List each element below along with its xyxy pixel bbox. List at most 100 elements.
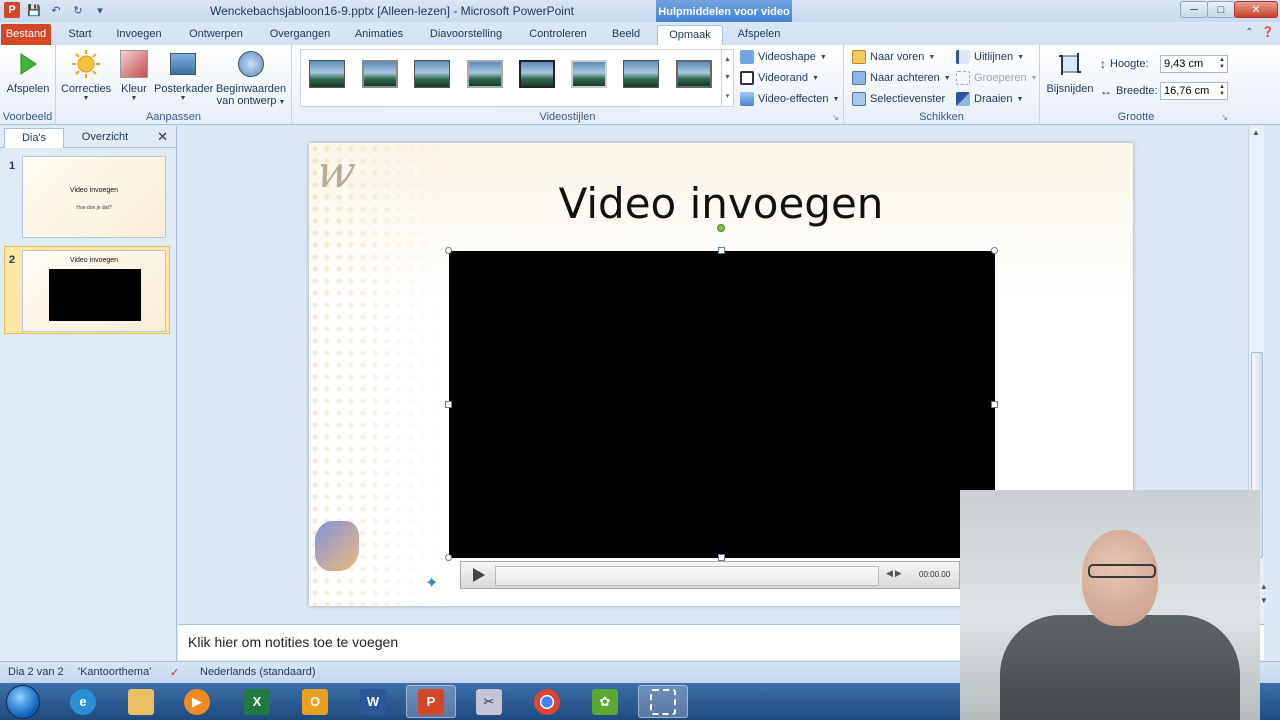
save-icon[interactable]: 💾 <box>26 2 42 18</box>
breedte-label: Breedte: <box>1116 85 1158 97</box>
video-style-5[interactable] <box>519 60 555 88</box>
tab-opmaak[interactable]: Opmaak <box>657 25 723 45</box>
breedte-spinner-icon[interactable]: ▲ ▼ <box>1219 84 1225 98</box>
language-status[interactable]: Nederlands (standaard) <box>200 666 316 678</box>
resize-handle-tr[interactable] <box>991 247 998 254</box>
tab-beeld[interactable]: Beeld <box>606 25 646 45</box>
word-icon[interactable]: W <box>348 685 398 718</box>
rotate-handle[interactable] <box>717 224 725 232</box>
close-panel-icon[interactable]: ✕ <box>157 129 168 145</box>
gallery-scroll[interactable]: ▲ ▼ ▾ <box>721 50 733 106</box>
correcties-button[interactable]: Correcties ▼ <box>60 49 112 102</box>
tab-outline[interactable]: Overzicht <box>70 128 140 148</box>
tab-invoegen[interactable]: Invoegen <box>110 25 168 45</box>
bijsnijden-button[interactable]: Bijsnijden <box>1044 49 1096 95</box>
powerpoint-icon[interactable]: P <box>406 685 456 718</box>
maximize-button[interactable]: □ <box>1207 1 1235 18</box>
video-style-8[interactable] <box>676 60 712 88</box>
video-style-6[interactable] <box>571 60 607 88</box>
gallery-down-icon[interactable]: ▼ <box>724 74 731 81</box>
close-button[interactable]: ✕ <box>1234 1 1278 18</box>
beginwaarden-label-1: Beginwaarden <box>215 83 287 95</box>
gallery-more-icon[interactable]: ▾ <box>726 92 730 100</box>
afspelen-label: Afspelen <box>6 83 50 95</box>
tab-bestand[interactable]: Bestand <box>1 24 51 45</box>
resize-handle-b[interactable] <box>718 554 725 561</box>
tab-slides[interactable]: Dia's <box>4 128 64 148</box>
resize-handle-t[interactable] <box>718 247 725 254</box>
resize-handle-r[interactable] <box>991 401 998 408</box>
resize-handle-bl[interactable] <box>445 554 452 561</box>
chrome-icon[interactable] <box>522 685 572 718</box>
video-style-7[interactable] <box>623 60 659 88</box>
video-player-controls: ◀▶ 00:00.00 <box>460 561 960 589</box>
help-icon[interactable]: ❓ <box>1262 27 1274 38</box>
hoogte-input[interactable]: 9,43 cm ▲ ▼ <box>1160 55 1228 73</box>
screen-capture-icon[interactable] <box>638 685 688 718</box>
align-icon <box>956 50 970 64</box>
video-style-2[interactable] <box>362 60 398 88</box>
slide-thumbnail-1[interactable]: Video invoegen Hoe doe je dat? <box>22 156 166 238</box>
powerpoint-logo-icon[interactable]: P <box>4 2 20 18</box>
slide-title[interactable]: Video invoegen <box>489 179 953 228</box>
minimize-button[interactable]: ─ <box>1180 1 1208 18</box>
selectievenster-button[interactable]: Selectievenster <box>852 90 945 108</box>
slide-thumbnail-2-video <box>49 269 141 321</box>
slide-thumbnail-2[interactable]: Video invoegen <box>22 250 166 332</box>
tab-animaties[interactable]: Animaties <box>348 25 410 45</box>
tab-controleren[interactable]: Controleren <box>522 25 594 45</box>
tab-diavoorstelling[interactable]: Diavoorstelling <box>422 25 510 45</box>
video-effecten-button[interactable]: Video-effecten ▼ <box>740 90 839 108</box>
snipping-icon[interactable]: ✂ <box>464 685 514 718</box>
kleur-button[interactable]: Kleur ▼ <box>116 49 152 102</box>
video-progress-bar[interactable] <box>495 566 879 586</box>
resize-handle-l[interactable] <box>445 401 452 408</box>
draaien-button[interactable]: Draaien ▼ <box>956 90 1023 108</box>
beginwaarden-button[interactable]: Beginwaarden van ontwerp ▼ <box>214 49 288 109</box>
scroll-up-icon[interactable]: ▲ <box>1252 128 1260 137</box>
tab-ontwerpen[interactable]: Ontwerpen <box>182 25 250 45</box>
uitlijnen-button[interactable]: Uitlijnen ▼ <box>956 48 1024 66</box>
tab-afspelen[interactable]: Afspelen <box>730 25 788 45</box>
group-aanpassen-label: Aanpassen <box>145 111 202 123</box>
play-icon[interactable] <box>473 568 485 582</box>
video-style-3[interactable] <box>414 60 450 88</box>
breedte-input[interactable]: 16,76 cm ▲ ▼ <box>1160 82 1228 100</box>
gallery-up-icon[interactable]: ▲ <box>724 56 731 63</box>
dialog-launcher-icon[interactable]: ↘ <box>832 113 839 122</box>
resize-handle-tl[interactable] <box>445 247 452 254</box>
video-time: 00:00.00 <box>919 570 951 579</box>
videoshape-button[interactable]: Videoshape ▼ <box>740 48 827 66</box>
media-player-icon[interactable]: ▶ <box>172 685 222 718</box>
naar-voren-label: Naar voren <box>870 51 925 63</box>
start-orb-icon[interactable] <box>6 685 40 719</box>
breedte-row: ↔ Breedte: <box>1100 82 1158 100</box>
video-style-4[interactable] <box>467 60 503 88</box>
evernote-icon[interactable]: ✿ <box>580 685 630 718</box>
afspelen-button[interactable]: Afspelen <box>4 49 52 95</box>
excel-icon[interactable]: X <box>232 685 282 718</box>
hoogte-label: Hoogte: <box>1110 58 1149 70</box>
ie-icon[interactable]: e <box>58 685 108 718</box>
video-style-1[interactable] <box>309 60 345 88</box>
redo-icon[interactable]: ↻ <box>70 2 86 18</box>
video-object[interactable] <box>449 251 995 558</box>
naar-achteren-button[interactable]: Naar achteren ▼ <box>852 69 951 87</box>
seek-icons[interactable]: ◀▶ <box>886 568 904 579</box>
videorand-button[interactable]: Videorand ▼ <box>740 69 819 87</box>
groeperen-button: Groeperen ▼ <box>956 69 1038 87</box>
spelling-check-icon[interactable]: ✓ <box>170 666 179 679</box>
naar-voren-button[interactable]: Naar voren ▼ <box>852 48 935 66</box>
posterkader-button[interactable]: Posterkader ▼ <box>154 49 213 102</box>
customize-qat-icon[interactable]: ▾ <box>92 2 108 18</box>
undo-icon[interactable]: ↶ <box>48 2 64 18</box>
rotate-icon <box>956 92 970 106</box>
explorer-icon[interactable] <box>116 685 166 718</box>
hoogte-spinner-icon[interactable]: ▲ ▼ <box>1219 57 1225 71</box>
tab-overgangen[interactable]: Overgangen <box>264 25 336 45</box>
theme-name[interactable]: 'Kantoorthema' <box>78 666 151 678</box>
size-dialog-launcher-icon[interactable]: ↘ <box>1221 113 1228 122</box>
outlook-icon[interactable]: O <box>290 685 340 718</box>
minimize-ribbon-icon[interactable]: ⌃ <box>1245 27 1253 38</box>
tab-start[interactable]: Start <box>62 25 98 45</box>
